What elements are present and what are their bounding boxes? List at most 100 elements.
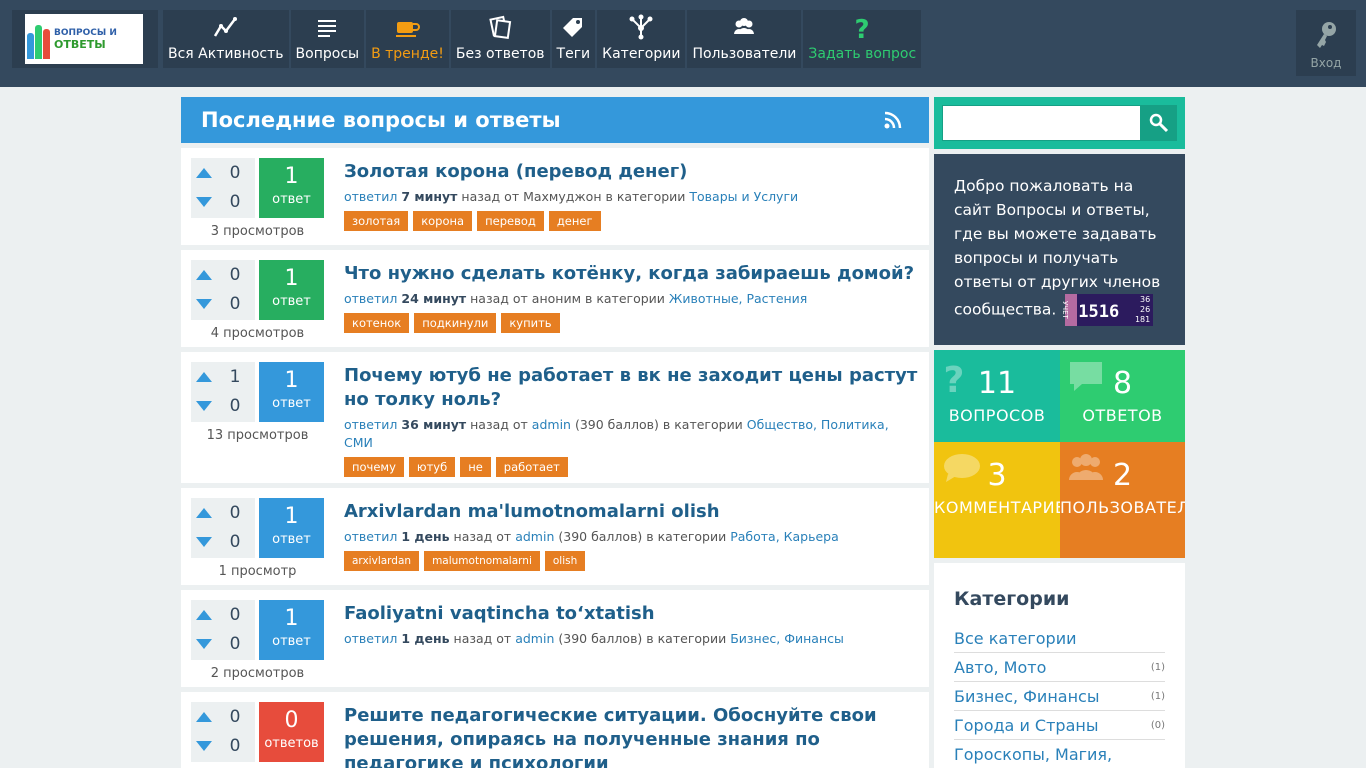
question-meta: ответил 1 день назад от admin (390 балло… — [344, 630, 919, 648]
answer-count-badge: 1 ответ — [259, 158, 324, 218]
answered-link[interactable]: ответил — [344, 291, 397, 306]
nav-users[interactable]: Пользователи — [687, 10, 802, 68]
category-item[interactable]: Все категории — [954, 624, 1165, 653]
login-label: Вход — [1310, 56, 1342, 70]
vote-up-count: 0 — [229, 706, 241, 727]
in-category-text: в категории — [646, 631, 727, 646]
category-name[interactable]: Авто, Мото — [954, 658, 1046, 677]
login-button[interactable]: Вход — [1296, 10, 1356, 76]
time-ago: 1 день — [401, 529, 450, 544]
stat-label: КОММЕНТАРИЕВ — [934, 498, 1060, 517]
vote-down-icon[interactable] — [196, 740, 212, 751]
papers-icon — [489, 15, 512, 40]
site-logo[interactable]: ВОПРОСЫ И ОТВЕТЫ — [25, 14, 143, 64]
category-link[interactable]: Животные, Растения — [669, 291, 807, 306]
question-title[interactable]: Почему ютуб не работает в вк не заходит … — [344, 362, 919, 412]
category-name[interactable]: Все категории — [954, 629, 1076, 648]
tag[interactable]: olish — [544, 551, 586, 571]
vote-up-icon[interactable] — [196, 371, 212, 382]
question-stats: 0 0 0 ответов — [191, 702, 334, 768]
vote-up-count: 0 — [229, 502, 241, 523]
vote-down-icon[interactable] — [196, 298, 212, 309]
tag[interactable]: подкинули — [414, 313, 497, 333]
main-content: Последние вопросы и ответы 0 0 1 ответ 3… — [181, 97, 929, 768]
category-link[interactable]: Бизнес, Финансы — [730, 631, 844, 646]
answered-link[interactable]: ответил — [344, 417, 397, 432]
tag[interactable]: работает — [495, 457, 568, 477]
tag[interactable]: купить — [501, 313, 560, 333]
logo-container[interactable]: ВОПРОСЫ И ОТВЕТЫ — [12, 10, 158, 68]
vote-down-icon[interactable] — [196, 196, 212, 207]
nav-categories[interactable]: Категории — [597, 10, 686, 68]
author: Махмуджон — [523, 189, 602, 204]
answered-link[interactable]: ответил — [344, 529, 397, 544]
list-icon — [318, 20, 337, 37]
author[interactable]: admin — [515, 631, 554, 646]
question-stats: 0 0 1 ответ 2 просмотров — [191, 600, 334, 681]
category-name[interactable]: Гороскопы, Магия, — [954, 745, 1112, 764]
tag[interactable]: перевод — [477, 211, 544, 231]
stat-questions: ? 11 ВОПРОСОВ — [934, 350, 1060, 442]
search-input[interactable] — [942, 105, 1141, 141]
question-title[interactable]: Что нужно сделать котёнку, когда забирае… — [344, 260, 919, 286]
nav-tags[interactable]: Теги — [551, 10, 596, 68]
question-title[interactable]: Золотая корона (перевод денег) — [344, 158, 919, 184]
rss-icon[interactable] — [883, 110, 903, 130]
vote-up-icon[interactable] — [196, 609, 212, 620]
vote-down-icon[interactable] — [196, 400, 212, 411]
category-link[interactable]: Товары и Услуги — [689, 189, 798, 204]
nav-ask-question[interactable]: ? Задать вопрос — [803, 10, 922, 68]
vote-down-count: 0 — [229, 633, 241, 654]
tag[interactable]: корона — [413, 211, 473, 231]
search-button[interactable] — [1141, 105, 1177, 141]
answered-link[interactable]: ответил — [344, 189, 397, 204]
nav-all-activity[interactable]: Вся Активность — [163, 10, 289, 68]
tag[interactable]: почему — [344, 457, 404, 477]
ago-text: назад от — [470, 291, 528, 306]
vote-down-icon[interactable] — [196, 638, 212, 649]
answer-count: 1 — [284, 504, 299, 529]
tag[interactable]: денег — [548, 211, 601, 231]
question-body: Faoliyatni vaqtincha to‘xtatish ответил … — [334, 600, 919, 681]
question-title[interactable]: Arxivlardan ma'lumotnomalarni olish — [344, 498, 919, 524]
nav-questions[interactable]: Вопросы — [290, 10, 365, 68]
vote-up-icon[interactable] — [196, 167, 212, 178]
view-count: 3 просмотров — [210, 224, 305, 239]
vote-down-icon[interactable] — [196, 536, 212, 547]
category-item[interactable]: Авто, Мото (1) — [954, 653, 1165, 682]
category-item[interactable]: Гороскопы, Магия, — [954, 740, 1165, 768]
tag[interactable]: ютуб — [408, 457, 456, 477]
vote-up-icon[interactable] — [196, 507, 212, 518]
vote-up-count: 0 — [229, 604, 241, 625]
nav-trending[interactable]: В тренде! — [366, 10, 449, 68]
comment-icon — [944, 454, 980, 482]
answer-count: 1 — [284, 606, 299, 631]
tag[interactable]: не — [460, 457, 491, 477]
category-item[interactable]: Бизнес, Финансы (1) — [954, 682, 1165, 711]
author[interactable]: admin — [532, 417, 571, 432]
logo-text-line2: ОТВЕТЫ — [54, 38, 106, 51]
category-item[interactable]: Города и Страны (0) — [954, 711, 1165, 740]
vote-up-icon[interactable] — [196, 269, 212, 280]
tag[interactable]: котенок — [344, 313, 410, 333]
tag[interactable]: arxivlardan — [344, 551, 420, 571]
vote-down-count: 0 — [229, 735, 241, 756]
question-title[interactable]: Faoliyatni vaqtincha to‘xtatish — [344, 600, 919, 626]
answered-link[interactable]: ответил — [344, 631, 397, 646]
question-title[interactable]: Решите педагогические ситуации. Обоснуйт… — [344, 702, 919, 768]
question-body: Решите педагогические ситуации. Обоснуйт… — [334, 702, 919, 768]
question-item: 0 0 1 ответ 4 просмотров Что нужно сдела… — [181, 250, 929, 347]
category-count: (1) — [1150, 690, 1165, 702]
category-link[interactable]: Работа, Карьера — [730, 529, 839, 544]
time-ago: 1 день — [401, 631, 450, 646]
visitor-counter[interactable]: УЧЕТ 1516 36 26 181 — [1061, 294, 1154, 326]
tag[interactable]: malumotnomalarni — [424, 551, 540, 571]
category-name[interactable]: Города и Страны — [954, 716, 1098, 735]
nav-unanswered[interactable]: Без ответов — [450, 10, 550, 68]
tag-list: arxivlardan malumotnomalarni olish — [344, 551, 919, 571]
author-points: (390 баллов) — [574, 417, 659, 432]
tag[interactable]: золотая — [344, 211, 409, 231]
vote-up-icon[interactable] — [196, 711, 212, 722]
author[interactable]: admin — [515, 529, 554, 544]
category-name[interactable]: Бизнес, Финансы — [954, 687, 1099, 706]
